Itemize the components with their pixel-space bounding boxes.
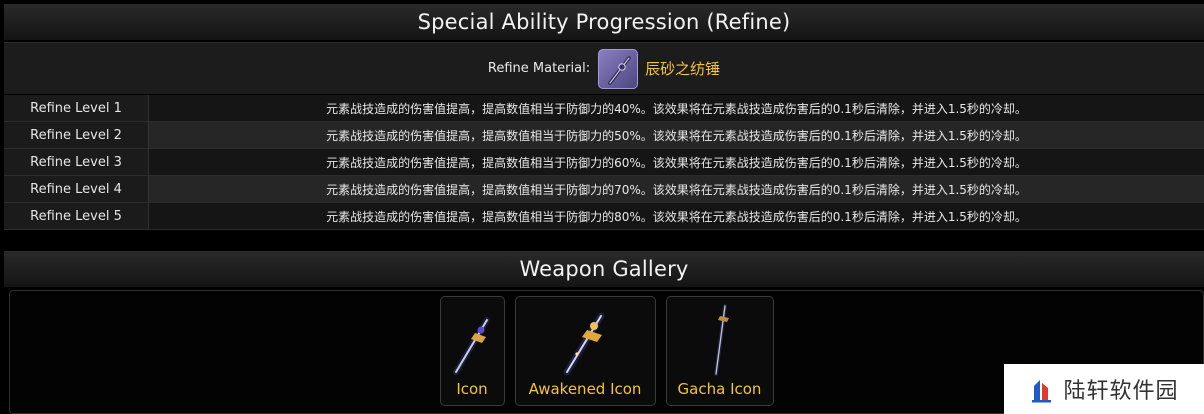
refine-level-label: Refine Level 3: [4, 149, 149, 175]
gallery-card-awakened[interactable]: Awakened Icon: [514, 296, 656, 406]
refine-material-name[interactable]: 辰砂之纺锤: [645, 58, 720, 79]
refine-level-description: 元素战技造成的伤害值提高，提高数值相当于防御力的80%。该效果将在元素战技造成伤…: [149, 203, 1204, 229]
watermark: 陆轩软件园: [1004, 364, 1204, 414]
gallery-caption: Icon: [456, 380, 488, 398]
refine-level-description: 元素战技造成的伤害值提高，提高数值相当于防御力的60%。该效果将在元素战技造成伤…: [149, 149, 1204, 175]
table-row: Refine Level 3 元素战技造成的伤害值提高，提高数值相当于防御力的6…: [4, 149, 1204, 176]
refine-level-description: 元素战技造成的伤害值提高，提高数值相当于防御力的50%。该效果将在元素战技造成伤…: [149, 122, 1204, 148]
table-row: Refine Level 2 元素战技造成的伤害值提高，提高数值相当于防御力的5…: [4, 122, 1204, 149]
table-row: Refine Level 5 元素战技造成的伤害值提高，提高数值相当于防御力的8…: [4, 203, 1204, 230]
awakened-sword-icon: [563, 312, 605, 376]
refine-level-label: Refine Level 5: [4, 203, 149, 229]
refine-level-description: 元素战技造成的伤害值提高，提高数值相当于防御力的40%。该效果将在元素战技造成伤…: [149, 95, 1204, 121]
refine-level-label: Refine Level 4: [4, 176, 149, 202]
refine-section-title: Special Ability Progression (Refine): [4, 4, 1204, 40]
refine-material-row: Refine Material: 辰砂之纺锤: [4, 42, 1204, 94]
refine-level-label: Refine Level 1: [4, 95, 149, 121]
gallery-card-icon[interactable]: Icon: [439, 296, 505, 406]
gacha-sword-icon: [713, 304, 729, 376]
refine-material-label: Refine Material:: [487, 61, 591, 76]
watermark-text: 陆轩软件园: [1063, 379, 1179, 404]
refine-level-label: Refine Level 2: [4, 122, 149, 148]
refine-level-description: 元素战技造成的伤害值提高，提高数值相当于防御力的70%。该效果将在元素战技造成伤…: [149, 176, 1204, 202]
table-row: Refine Level 1 元素战技造成的伤害值提高，提高数值相当于防御力的4…: [4, 95, 1204, 122]
lx-logo-icon: [1032, 380, 1052, 403]
gallery-caption: Awakened Icon: [528, 380, 642, 398]
spindle-item-icon[interactable]: [598, 48, 639, 89]
gallery-card-gacha[interactable]: Gacha Icon: [665, 296, 774, 406]
gallery-section-title: Weapon Gallery: [4, 251, 1204, 287]
refine-levels-table: Refine Level 1 元素战技造成的伤害值提高，提高数值相当于防御力的4…: [4, 95, 1204, 230]
gallery-caption: Gacha Icon: [677, 380, 762, 398]
sword-icon: [453, 317, 490, 375]
refine-title-text: Special Ability Progression (Refine): [417, 10, 791, 34]
gallery-title-text: Weapon Gallery: [519, 257, 689, 281]
table-row: Refine Level 4 元素战技造成的伤害值提高，提高数值相当于防御力的7…: [4, 176, 1204, 203]
